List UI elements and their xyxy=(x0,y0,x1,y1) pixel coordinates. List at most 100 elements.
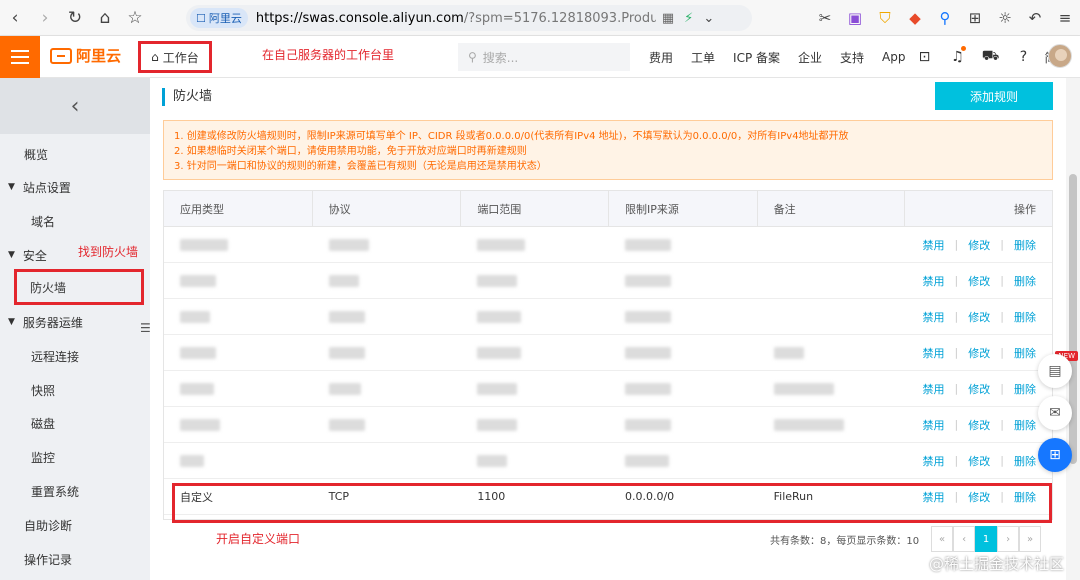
scrollbar[interactable] xyxy=(1066,78,1080,580)
delete-link[interactable]: 删除 xyxy=(1014,345,1036,361)
edit-link[interactable]: 修改 xyxy=(968,453,990,469)
delete-link[interactable]: 删除 xyxy=(1014,453,1036,469)
prev-page-icon[interactable]: ‹ xyxy=(953,526,976,552)
redacted-value xyxy=(180,238,228,251)
apps-grid-icon[interactable]: ⊞ xyxy=(960,3,990,33)
menu-billing[interactable]: 费用 xyxy=(640,49,682,66)
disable-link[interactable]: 禁用 xyxy=(923,237,945,253)
sidebar-item-self-diagnosis[interactable]: 自助诊断 xyxy=(0,509,72,541)
pagination: 共有条数：8，每页显示条数：10 « ‹ 1 › » xyxy=(770,526,1042,552)
edit-link[interactable]: 修改 xyxy=(968,417,990,433)
redacted-cell xyxy=(461,227,609,262)
disable-link[interactable]: 禁用 xyxy=(923,273,945,289)
workbench-button[interactable]: ⌂ 工作台 xyxy=(138,41,212,73)
redacted-cell xyxy=(758,299,906,334)
back-icon[interactable]: ‹ xyxy=(0,3,30,33)
add-rule-button[interactable]: 添加规则 xyxy=(935,82,1053,110)
sidebar-item-overview[interactable]: 概览 xyxy=(0,138,48,170)
sidebar: ‹ 概览 ▼ 站点设置 域名 ▼ 安全 找到防火墙 防火墙 ▼ 服务器运维 ☰ 远程连… xyxy=(0,78,151,580)
grid-icon[interactable]: ▦ xyxy=(662,11,674,26)
last-page-icon[interactable]: » xyxy=(1019,526,1042,552)
row-ops: 禁用 | 修改 | 删除 xyxy=(922,345,1036,361)
sidebar-group-site-settings[interactable]: ▼ 站点设置 xyxy=(0,171,71,203)
table-row: 禁用 | 修改 | 删除 xyxy=(164,335,1052,371)
shield-icon[interactable]: ⛉ xyxy=(870,3,900,33)
redacted-value xyxy=(477,346,522,359)
cart-icon[interactable]: ⛟ xyxy=(974,48,1007,66)
redacted-cell xyxy=(313,371,462,406)
redacted-cell xyxy=(609,335,758,370)
browser-menu-icon[interactable]: ≡ xyxy=(1050,3,1080,33)
menu-ticket[interactable]: 工单 xyxy=(682,49,724,66)
avatar[interactable] xyxy=(1048,44,1072,68)
scissors-icon[interactable]: ✂ xyxy=(810,3,840,33)
game-icon[interactable]: ◆ xyxy=(900,3,930,33)
next-page-icon[interactable]: › xyxy=(997,526,1020,552)
chevron-down-icon[interactable]: ⌄ xyxy=(703,11,714,26)
undo-icon[interactable]: ↶ xyxy=(1020,3,1050,33)
redacted-value xyxy=(477,274,518,287)
apps-float-icon[interactable]: ⊞ xyxy=(1038,438,1072,472)
url-text[interactable]: https://swas.console.aliyun.com/?spm=517… xyxy=(256,11,656,26)
redacted-cell xyxy=(758,227,906,262)
redacted-cell xyxy=(164,407,313,442)
delete-link[interactable]: 删除 xyxy=(1014,381,1036,397)
sidebar-item-snapshot[interactable]: 快照 xyxy=(0,374,55,406)
hamburger-menu-icon[interactable] xyxy=(0,36,40,78)
edit-link[interactable]: 修改 xyxy=(968,345,990,361)
bell-icon[interactable]: ♫ xyxy=(941,46,974,65)
address-bar[interactable]: ☐ 阿里云 https://swas.console.aliyun.com/?sp… xyxy=(186,5,752,31)
redacted-cell xyxy=(758,335,906,370)
sidebar-item-reset[interactable]: 重置系统 xyxy=(0,475,79,507)
edit-link[interactable]: 修改 xyxy=(968,273,990,289)
bookmark-star-icon[interactable]: ☆ xyxy=(120,3,150,33)
edit-link[interactable]: 修改 xyxy=(968,381,990,397)
menu-enterprise[interactable]: 企业 xyxy=(789,49,831,66)
collapse-sidebar-icon[interactable]: ‹ xyxy=(0,78,150,134)
edit-link[interactable]: 修改 xyxy=(968,237,990,253)
first-page-icon[interactable]: « xyxy=(931,526,954,552)
magnifier-icon[interactable]: ⚲ xyxy=(930,3,960,33)
menu-icp[interactable]: ICP 备案 xyxy=(724,49,789,66)
delete-link[interactable]: 删除 xyxy=(1014,237,1036,253)
sidebar-group-server-ops[interactable]: ▼ 服务器运维 xyxy=(0,306,83,338)
delete-link[interactable]: 删除 xyxy=(1014,273,1036,289)
bolt-icon[interactable]: ⚡ xyxy=(684,11,693,26)
redacted-cell xyxy=(609,263,758,298)
news-float-icon[interactable]: ▤ xyxy=(1038,354,1072,388)
redacted-value xyxy=(328,238,369,251)
redacted-value xyxy=(624,310,671,323)
row-ops: 禁用 | 修改 | 删除 xyxy=(922,237,1036,253)
chat-float-icon[interactable]: ✉ xyxy=(1038,396,1072,430)
sidebar-item-firewall[interactable]: 防火墙 xyxy=(14,269,144,305)
sidebar-item-remote[interactable]: 远程连接 xyxy=(0,340,79,372)
aliyun-logo[interactable]: 阿里云 xyxy=(50,45,121,66)
sidebar-item-operation-log[interactable]: 操作记录 xyxy=(0,543,72,575)
redacted-cell xyxy=(461,443,609,478)
delete-link[interactable]: 删除 xyxy=(1014,309,1036,325)
redacted-cell xyxy=(758,407,906,442)
edit-link[interactable]: 修改 xyxy=(968,309,990,325)
terminal-icon[interactable]: ⊡ xyxy=(908,49,941,65)
sidebar-item-domain[interactable]: 域名 xyxy=(0,205,55,237)
disable-link[interactable]: 禁用 xyxy=(923,453,945,469)
help-icon[interactable]: ? xyxy=(1007,49,1040,65)
disable-link[interactable]: 禁用 xyxy=(923,309,945,325)
sidebar-item-disk[interactable]: 磁盘 xyxy=(0,407,55,439)
redacted-value xyxy=(328,274,359,287)
reload-icon[interactable]: ↻ xyxy=(60,3,90,33)
disable-link[interactable]: 禁用 xyxy=(923,381,945,397)
forward-icon[interactable]: › xyxy=(30,3,60,33)
menu-support[interactable]: 支持 xyxy=(831,49,873,66)
delete-link[interactable]: 删除 xyxy=(1014,417,1036,433)
sidebar-group-security[interactable]: ▼ 安全 xyxy=(0,239,47,271)
search-input[interactable]: ⚲ 搜索... xyxy=(458,43,630,71)
extension-translate-icon[interactable]: ▣ xyxy=(840,3,870,33)
disable-link[interactable]: 禁用 xyxy=(923,417,945,433)
sidebar-item-monitor[interactable]: 监控 xyxy=(0,441,55,473)
home-icon[interactable]: ⌂ xyxy=(90,3,120,33)
page-button[interactable]: 1 xyxy=(975,526,998,552)
redacted-value xyxy=(328,382,361,395)
brightness-icon[interactable]: ☼ xyxy=(990,3,1020,33)
disable-link[interactable]: 禁用 xyxy=(923,345,945,361)
